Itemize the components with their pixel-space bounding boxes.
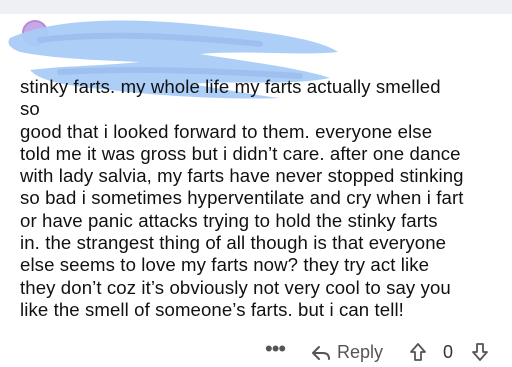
vote-count: 0 — [443, 342, 454, 362]
comment-actions: ••• Reply 0 — [0, 338, 512, 367]
downvote-icon[interactable] — [470, 342, 490, 362]
more-options-icon[interactable]: ••• — [265, 338, 286, 360]
comment-body: stinky farts. my whole life my farts act… — [20, 76, 464, 320]
reply-label: Reply — [337, 342, 384, 362]
reply-button[interactable]: Reply — [311, 342, 383, 363]
upvote-icon[interactable] — [408, 342, 428, 362]
reply-icon — [312, 345, 330, 360]
